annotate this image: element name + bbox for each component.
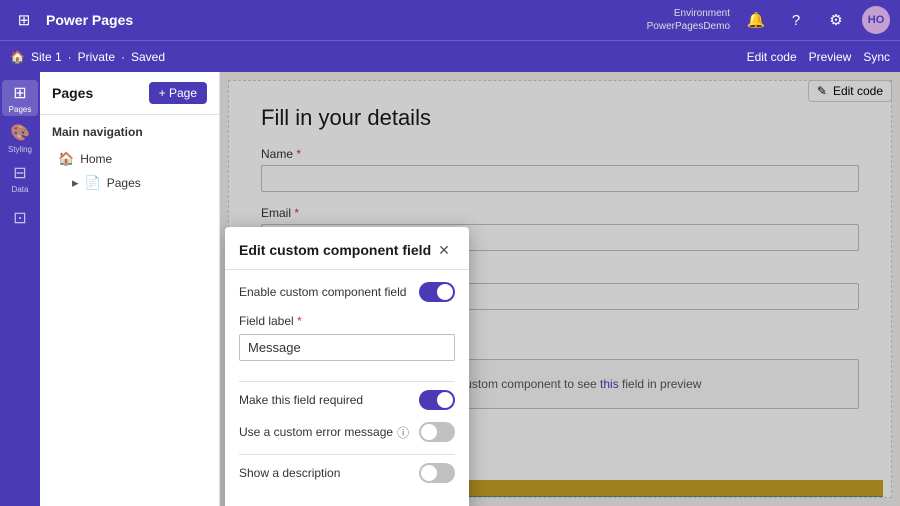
- enable-toggle-knob: [437, 284, 453, 300]
- main-area: Fill in your details Name * Email * Subj…: [220, 72, 900, 506]
- styling-icon: 🎨: [10, 123, 30, 143]
- sync-button[interactable]: Sync: [863, 50, 890, 64]
- settings-icon[interactable]: ⚙: [822, 6, 850, 34]
- field-label-title: Field label *: [239, 314, 455, 328]
- app-title: Power Pages: [46, 12, 133, 28]
- env-name: PowerPagesDemo: [647, 20, 730, 33]
- env-info: Environment PowerPagesDemo: [647, 7, 730, 33]
- dialog-title: Edit custom component field: [239, 242, 431, 258]
- show-desc-toggle[interactable]: [419, 463, 455, 483]
- sidebar-item-extra[interactable]: ⊡: [2, 200, 38, 236]
- separator: ·: [68, 50, 72, 64]
- sidebar-item-styling[interactable]: 🎨 Styling: [2, 120, 38, 156]
- show-desc-label: Show a description: [239, 466, 340, 480]
- site-visibility: Private: [78, 50, 115, 64]
- sidebar-item-pages[interactable]: ⊞ Pages: [2, 80, 38, 116]
- info-icon[interactable]: ⓘ: [397, 424, 409, 441]
- required-toggle-knob: [437, 392, 453, 408]
- make-required-row: Make this field required: [239, 390, 455, 410]
- custom-error-label: Use a custom error message: [239, 425, 393, 439]
- extra-icon: ⊡: [13, 208, 26, 228]
- field-label-section: Field label *: [239, 314, 455, 373]
- custom-error-label-group: Use a custom error message ⓘ: [239, 424, 409, 441]
- pages-nav-label: Pages: [107, 176, 141, 190]
- help-icon[interactable]: ?: [782, 6, 810, 34]
- user-avatar[interactable]: HO: [862, 6, 890, 34]
- apps-icon[interactable]: ⊞: [10, 6, 38, 34]
- nav-item-pages[interactable]: ▸ 📄 Pages: [52, 171, 207, 195]
- site-name: Site 1: [31, 50, 62, 64]
- custom-error-row: Use a custom error message ⓘ: [239, 422, 455, 442]
- enable-toggle[interactable]: [419, 282, 455, 302]
- custom-error-toggle[interactable]: [419, 422, 455, 442]
- field-label-required: *: [297, 314, 302, 328]
- pages-sidebar-title: Pages: [52, 85, 93, 101]
- save-status: Saved: [131, 50, 165, 64]
- show-desc-knob: [421, 465, 437, 481]
- divider1: [239, 381, 455, 382]
- dialog-close-button[interactable]: ✕: [433, 239, 455, 261]
- pages-sidebar: Pages + Page Main navigation 🏠 Home ▸ 📄 …: [40, 72, 220, 506]
- icon-sidebar: ⊞ Pages 🎨 Styling ⊟ Data ⊡: [0, 72, 40, 506]
- edit-component-dialog: Edit custom component field ✕ Enable cus…: [225, 227, 469, 506]
- pages-label: Pages: [9, 105, 32, 114]
- enable-toggle-row: Enable custom component field: [239, 282, 455, 302]
- notification-icon[interactable]: 🔔: [742, 6, 770, 34]
- data-label: Data: [12, 185, 29, 194]
- preview-button[interactable]: Preview: [809, 50, 852, 64]
- field-label-input[interactable]: [239, 334, 455, 361]
- home-nav-label: Home: [80, 152, 112, 166]
- enable-label: Enable custom component field: [239, 285, 406, 299]
- edit-code-button[interactable]: Edit code: [747, 50, 797, 64]
- divider2: [239, 454, 455, 455]
- pages-icon: ⊞: [13, 83, 26, 103]
- make-required-label: Make this field required: [239, 393, 363, 407]
- home-icon[interactable]: 🏠: [10, 50, 25, 64]
- make-required-toggle[interactable]: [419, 390, 455, 410]
- add-page-button[interactable]: + Page: [149, 82, 207, 104]
- nav-item-home[interactable]: 🏠 Home: [52, 147, 207, 171]
- home-nav-icon: 🏠: [58, 151, 74, 167]
- env-label: Environment: [647, 7, 730, 20]
- custom-error-knob: [421, 424, 437, 440]
- styling-label: Styling: [8, 145, 32, 154]
- separator2: ·: [121, 50, 125, 64]
- nav-section-title: Main navigation: [52, 125, 207, 139]
- sidebar-item-data[interactable]: ⊟ Data: [2, 160, 38, 196]
- show-desc-row: Show a description: [239, 463, 455, 483]
- pages-file-icon: 📄: [85, 175, 101, 191]
- data-icon: ⊟: [13, 163, 26, 183]
- chevron-right-icon: ▸: [72, 175, 79, 191]
